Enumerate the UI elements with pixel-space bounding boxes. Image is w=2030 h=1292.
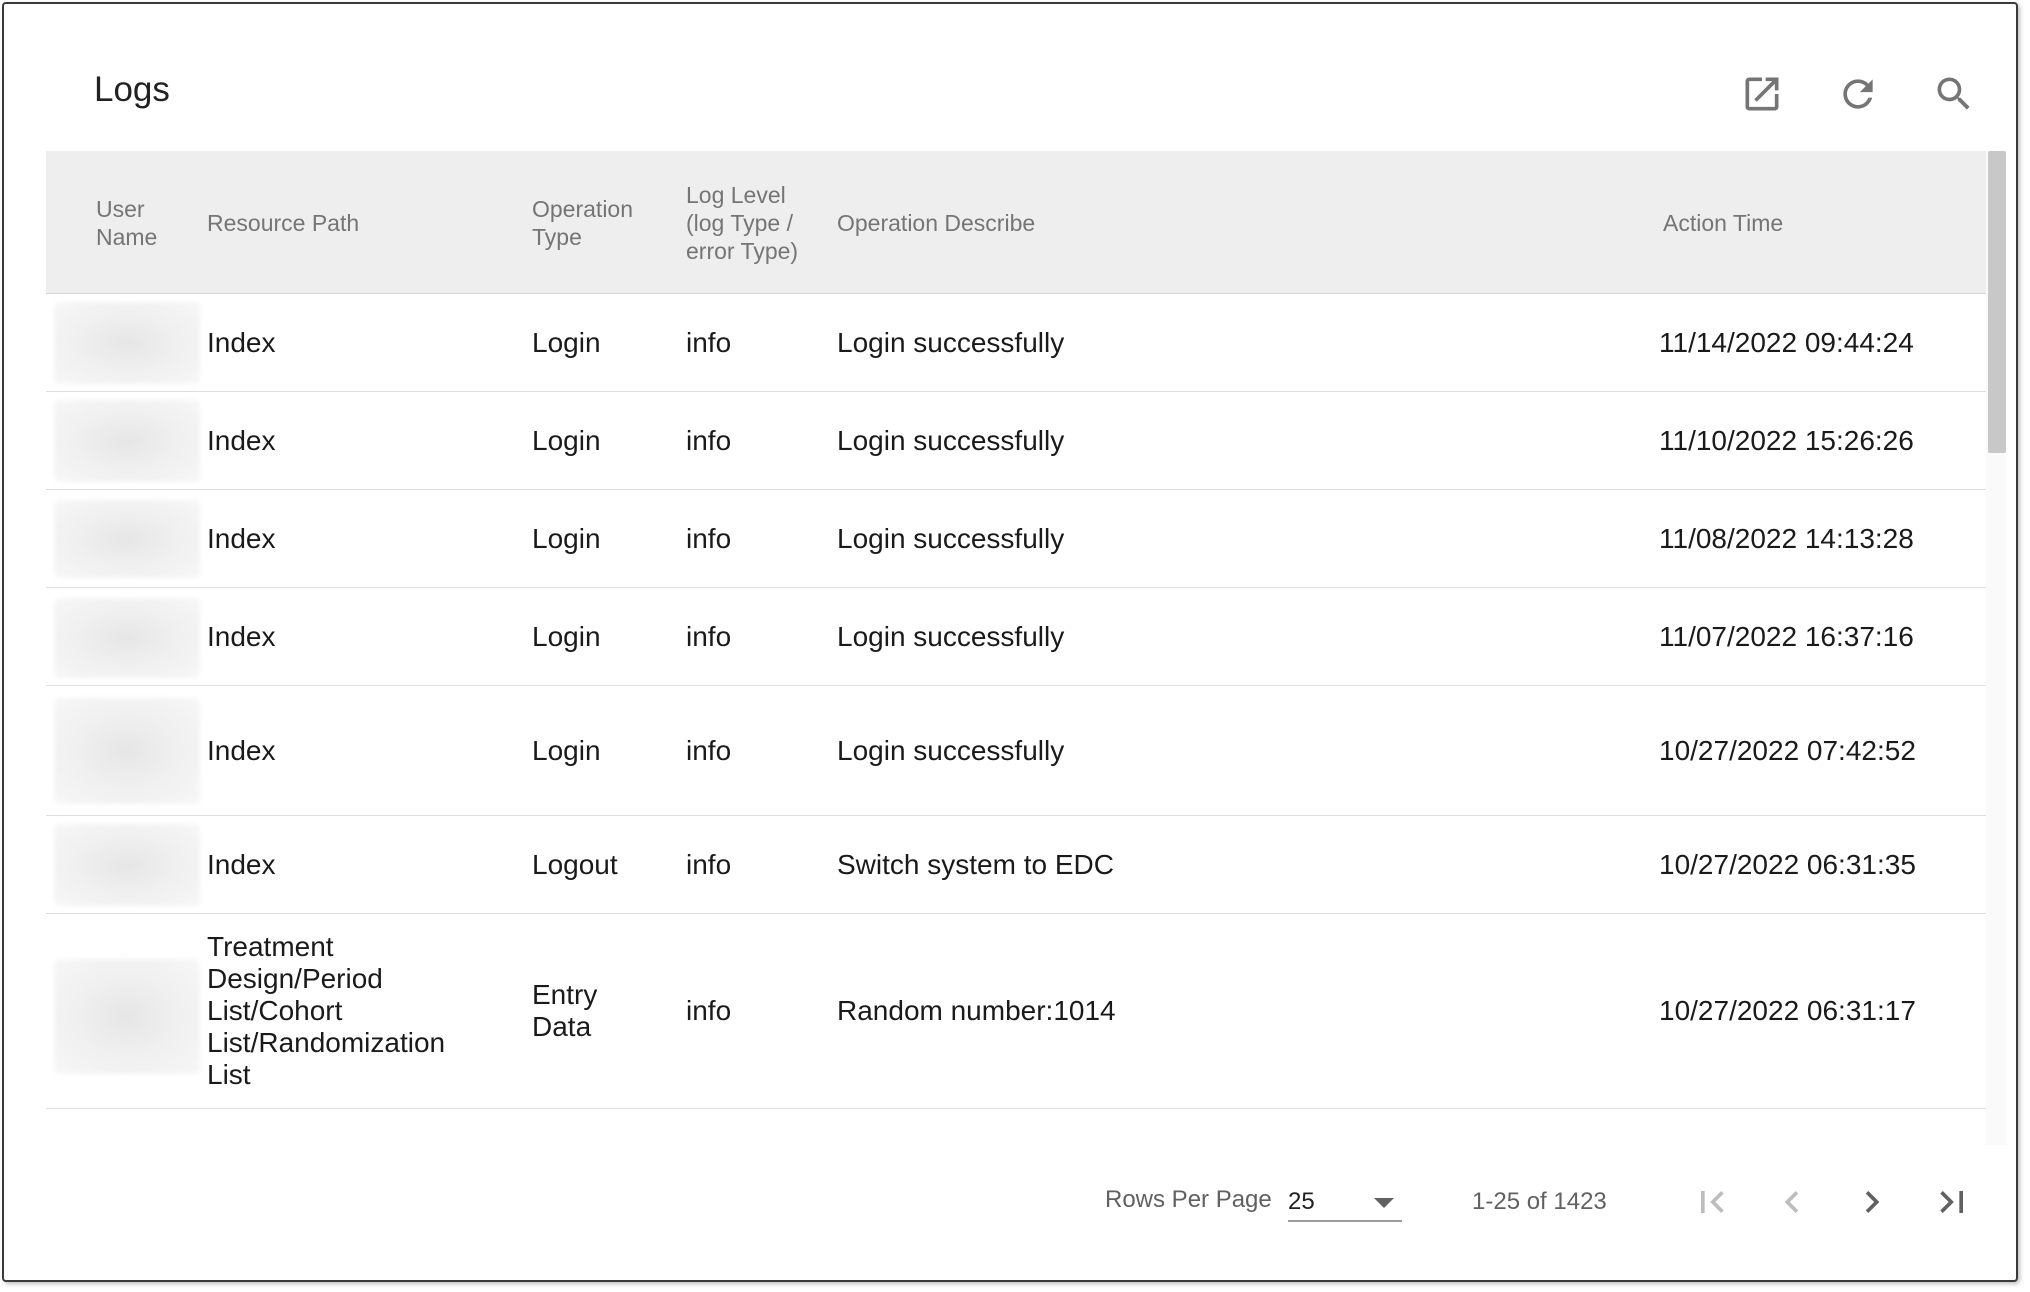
last-page-icon[interactable] — [1924, 1174, 1980, 1230]
cell-operation-describe: Login successfully — [837, 326, 1065, 358]
cell-resource-path: Index — [207, 326, 276, 358]
blurred-user-name — [54, 302, 200, 384]
cell-operation-type: Logout — [532, 848, 618, 880]
cell-action-time: 10/27/2022 06:31:35 — [1659, 848, 1916, 880]
column-header-user-name[interactable]: User Name — [96, 151, 196, 294]
blurred-user-name — [54, 500, 200, 578]
logs-panel: Logs User Name Resource Path Operation T… — [2, 2, 2018, 1282]
cell-operation-describe: Login successfully — [837, 522, 1065, 554]
rows-per-page-select[interactable]: 25 — [1288, 1178, 1402, 1222]
cell-action-time: 10/27/2022 07:42:52 — [1659, 734, 1916, 766]
cell-log-level: info — [686, 326, 732, 358]
cell-action-time: 11/10/2022 15:26:26 — [1659, 424, 1914, 456]
cell-resource-path: Index — [207, 848, 276, 880]
cell-action-time: 11/07/2022 16:37:16 — [1659, 620, 1914, 652]
refresh-icon[interactable] — [1834, 70, 1882, 118]
cell-operation-describe: Login successfully — [837, 424, 1065, 456]
rows-per-page-value: 25 — [1288, 1188, 1315, 1215]
cell-log-level: info — [686, 620, 732, 652]
cell-operation-type: Login — [532, 620, 601, 652]
cell-operation-describe: Random number:1014 — [837, 995, 1116, 1026]
blurred-user-name — [54, 400, 200, 482]
table-row[interactable]: Index Login info Login successfully 11/1… — [46, 294, 1986, 392]
cell-log-level: info — [686, 522, 732, 554]
cell-action-time: 10/27/2022 06:31:17 — [1659, 995, 1916, 1026]
cell-operation-type: Login — [532, 326, 601, 358]
blurred-user-name — [54, 959, 200, 1074]
column-header-resource-path[interactable]: Resource Path — [207, 151, 507, 294]
cell-operation-type: Login — [532, 734, 601, 766]
cell-resource-path: Treatment Design/Period List/Cohort List… — [207, 931, 446, 1090]
table-row[interactable]: Index Login info Login successfully 11/1… — [46, 392, 1986, 490]
cell-log-level: info — [686, 734, 732, 766]
blurred-user-name — [54, 598, 200, 678]
column-header-action-time[interactable]: Action Time — [1663, 151, 1943, 294]
page-title: Logs — [94, 70, 170, 109]
search-icon[interactable] — [1930, 70, 1978, 118]
cell-log-level: info — [686, 995, 732, 1026]
column-header-operation-type[interactable]: Operation Type — [532, 151, 662, 294]
cell-operation-describe: Login successfully — [837, 734, 1065, 766]
cell-resource-path: Index — [207, 522, 276, 554]
next-page-icon[interactable] — [1844, 1174, 1900, 1230]
page-range-text: 1-25 of 1423 — [1472, 1188, 1607, 1215]
pagination-bar: Rows Per Page 25 1-25 of 1423 — [4, 1164, 2016, 1244]
cell-action-time: 11/08/2022 14:13:28 — [1659, 522, 1914, 554]
table-row[interactable]: Index Login info Login successfully 10/2… — [46, 686, 1986, 816]
logs-table: User Name Resource Path Operation Type L… — [46, 151, 2006, 1145]
table-header: User Name Resource Path Operation Type L… — [46, 151, 1986, 294]
cell-operation-describe: Switch system to EDC — [837, 848, 1114, 880]
blurred-user-name — [54, 824, 200, 906]
first-page-icon[interactable] — [1684, 1174, 1740, 1230]
cell-log-level: info — [686, 424, 732, 456]
open-in-new-icon[interactable] — [1738, 70, 1786, 118]
table-row[interactable]: Index Login info Login successfully 11/0… — [46, 588, 1986, 686]
table-row[interactable]: Index Login info Login successfully 11/0… — [46, 490, 1986, 588]
previous-page-icon[interactable] — [1764, 1174, 1820, 1230]
cell-operation-type: Login — [532, 424, 601, 456]
table-row[interactable]: Treatment Design/Period List/Cohort List… — [46, 914, 1986, 1109]
cell-action-time: 11/14/2022 09:44:24 — [1659, 326, 1914, 358]
cell-resource-path: Index — [207, 734, 276, 766]
dropdown-arrow-icon — [1374, 1198, 1394, 1208]
cell-operation-type: Entry Data — [532, 979, 598, 1042]
cell-resource-path: Index — [207, 424, 276, 456]
column-header-operation-describe[interactable]: Operation Describe — [837, 151, 1337, 294]
cell-operation-type: Login — [532, 522, 601, 554]
column-header-log-level[interactable]: Log Level (log Type / error Type) — [686, 151, 806, 294]
cell-log-level: info — [686, 848, 732, 880]
rows-per-page-label: Rows Per Page — [1105, 1186, 1272, 1213]
scrollbar-thumb[interactable] — [1988, 151, 2006, 453]
table-row[interactable]: Index Logout info Switch system to EDC 1… — [46, 816, 1986, 914]
cell-operation-describe: Login successfully — [837, 620, 1065, 652]
blurred-user-name — [54, 698, 200, 804]
cell-resource-path: Index — [207, 620, 276, 652]
